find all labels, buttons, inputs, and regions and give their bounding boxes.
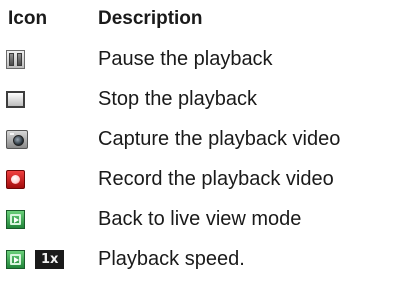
- row-description: Pause the playback: [98, 48, 273, 70]
- icon-legend-table: Icon Description Pause the playback Stop…: [0, 0, 393, 281]
- row-description: Back to live view mode: [98, 208, 302, 230]
- row-description: Playback speed.: [98, 248, 245, 270]
- playback-speed-icon: [6, 249, 25, 269]
- pause-icon: [6, 49, 25, 69]
- stop-icon: [6, 91, 25, 108]
- header-description-column: Description: [98, 8, 203, 29]
- row-description: Stop the playback: [98, 88, 257, 110]
- icon-cell: [6, 162, 96, 196]
- capture-camera-icon: [6, 129, 28, 149]
- icon-cell: [6, 82, 96, 116]
- icon-cell: [6, 122, 96, 156]
- icon-cell: [6, 202, 96, 236]
- live-view-icon: [6, 209, 25, 229]
- speed-badge: 1x: [35, 249, 65, 269]
- header-icon-column: Icon: [8, 8, 48, 29]
- icon-cell: [6, 42, 96, 76]
- row-description: Capture the playback video: [98, 128, 341, 150]
- record-icon: [6, 169, 25, 189]
- icon-cell: 1x: [6, 242, 96, 276]
- row-description: Record the playback video: [98, 168, 334, 190]
